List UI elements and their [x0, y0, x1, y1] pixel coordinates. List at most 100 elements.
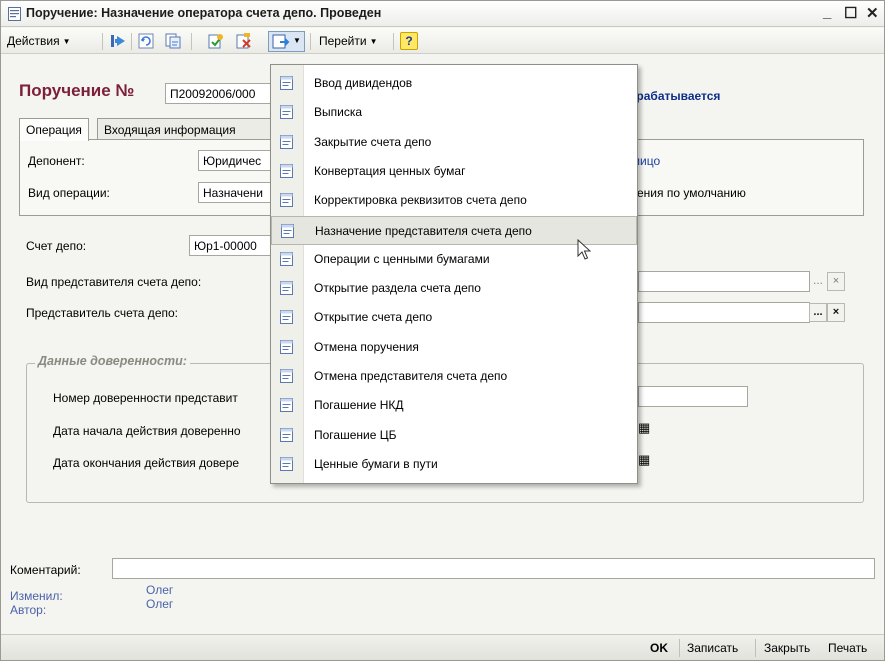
depositor-label: Депонент: — [28, 154, 85, 168]
menu-item-label: Выписка — [314, 105, 363, 120]
menu-item[interactable]: Открытие раздела счета депо — [271, 274, 637, 303]
operation-type-field[interactable]: Назначени — [198, 182, 274, 203]
document-window: Поручение: Назначение оператора счета де… — [0, 0, 885, 661]
menu-item[interactable]: Погашение ЦБ — [271, 421, 637, 450]
menu-item[interactable]: Конвертация ценных бумаг — [271, 157, 637, 186]
poa-number-field[interactable] — [638, 386, 748, 407]
window-title: Поручение: Назначение оператора счета де… — [26, 6, 382, 20]
operation-type-label: Вид операции: — [28, 186, 110, 200]
menu-item-label: Ценные бумаги в пути — [314, 456, 438, 471]
copy-document-icon[interactable] — [164, 32, 182, 50]
mouse-cursor-icon — [577, 239, 591, 260]
status-badge: брабатывается — [629, 89, 721, 103]
comment-field[interactable] — [112, 558, 875, 579]
goto-menu[interactable]: Перейти ▼ — [319, 34, 377, 48]
representative-choose-button[interactable]: ... — [809, 303, 827, 322]
document-icon — [280, 427, 293, 442]
actions-menu-label: Действия — [7, 34, 60, 48]
tab-incoming-info[interactable]: Входящая информация — [97, 118, 271, 140]
menu-item[interactable]: Выписка — [271, 98, 637, 127]
chevron-down-icon: ▼ — [293, 36, 301, 45]
comment-label: Коментарий: — [10, 563, 81, 577]
toolbar-separator — [191, 33, 192, 50]
poa-number-label: Номер доверенности представит — [53, 391, 238, 405]
menu-item-label: Назначение представителя счета депо — [315, 223, 532, 238]
document-icon — [281, 223, 294, 238]
rep-type-choose-button[interactable]: ... — [813, 273, 823, 287]
toolbar-separator — [131, 33, 132, 50]
minimize-button[interactable]: _ — [823, 4, 831, 21]
create-based-on-menu: Ввод дивидендов Выписка Закрытие счета деп… — [270, 64, 638, 484]
document-number-field[interactable]: П20092006/000 — [165, 83, 275, 104]
tab-operation[interactable]: Операция — [19, 118, 89, 141]
menu-item[interactable]: Погашение НКД — [271, 391, 637, 420]
refresh-icon[interactable] — [137, 32, 155, 50]
menu-item[interactable]: Ценные бумаги в пути — [271, 450, 637, 479]
unpost-document-icon[interactable] — [235, 32, 253, 50]
menu-item-label: Погашение НКД — [314, 398, 404, 413]
poa-start-label: Дата начала действия доверенно — [53, 424, 241, 438]
arrow-left-icon[interactable] — [109, 32, 127, 50]
representative-clear-button[interactable]: × — [827, 303, 845, 322]
rep-type-label: Вид представителя счета депо: — [26, 275, 202, 289]
document-icon — [280, 369, 293, 383]
menu-item[interactable]: Корректировка реквизитов счета депо — [271, 186, 637, 215]
menu-item[interactable]: Закрытие счета депо — [271, 128, 637, 157]
document-icon — [280, 251, 293, 266]
bottom-separator — [679, 639, 680, 657]
chevron-down-icon: ▼ — [62, 37, 71, 46]
menu-item-label: Открытие счета депо — [314, 310, 433, 325]
depositor-field[interactable]: Юридичес — [198, 150, 274, 171]
maximize-button[interactable]: ☐ — [844, 4, 857, 22]
create-based-on-button[interactable]: ▼ — [268, 31, 305, 52]
document-icon — [280, 456, 293, 471]
bottom-button-bar: OK Записать Закрыть Печать — [1, 634, 884, 660]
calendar-icon[interactable]: ▦ — [638, 420, 650, 436]
title-bar: Поручение: Назначение оператора счета де… — [1, 1, 884, 27]
ok-button[interactable]: OK — [650, 641, 668, 655]
document-icon — [8, 7, 21, 21]
menu-item-label: Ввод дивидендов — [314, 76, 413, 90]
depo-account-field[interactable]: Юр1-00000 — [189, 235, 274, 256]
rep-type-clear-button[interactable]: × — [827, 272, 845, 291]
close-button[interactable]: Закрыть — [764, 641, 810, 655]
document-icon — [280, 163, 293, 178]
close-window-button[interactable]: ✕ — [866, 4, 879, 22]
menu-item-label: Открытие раздела счета депо — [314, 281, 481, 296]
author-label: Автор: — [10, 603, 47, 617]
page-title: Поручение № — [19, 81, 135, 100]
document-icon — [280, 76, 293, 90]
print-button[interactable]: Печать — [828, 641, 867, 655]
menu-item[interactable]: Открытие счета депо — [271, 303, 637, 332]
document-icon — [280, 339, 293, 354]
post-document-icon[interactable] — [207, 32, 225, 50]
menu-item[interactable]: Отмена представителя счета депо — [271, 362, 637, 391]
goto-menu-label: Перейти — [319, 34, 367, 48]
depo-account-label: Счет депо: — [26, 239, 87, 253]
chevron-down-icon: ▼ — [369, 37, 378, 46]
toolbar-separator — [102, 33, 103, 50]
menu-item-label: Погашение ЦБ — [314, 427, 397, 442]
toolbar-separator — [393, 33, 394, 50]
menu-item-label: Корректировка реквизитов счета депо — [314, 193, 527, 208]
poa-end-label: Дата окончания действия довере — [53, 456, 240, 470]
menu-item-label: Операции с ценными бумагами — [314, 251, 490, 266]
power-of-attorney-title: Данные доверенности: — [35, 354, 190, 368]
changed-by-label: Изменил: — [10, 589, 63, 603]
document-icon — [280, 398, 293, 413]
menu-item[interactable]: Отмена поручения — [271, 333, 637, 362]
actions-menu[interactable]: Действия ▼ — [7, 34, 71, 48]
calendar-icon[interactable]: ▦ — [638, 452, 650, 468]
help-button[interactable]: ? — [400, 32, 418, 50]
menu-item-label: Закрытие счета депо — [314, 134, 432, 149]
representative-field[interactable] — [638, 302, 810, 323]
rep-type-field[interactable] — [638, 271, 810, 292]
document-icon — [280, 281, 293, 296]
save-button[interactable]: Записать — [687, 641, 738, 655]
menu-item[interactable]: Ввод дивидендов — [271, 69, 637, 98]
author-value: Олег — [146, 597, 174, 611]
menu-item-label: Отмена поручения — [314, 339, 419, 354]
menu-item-label: Конвертация ценных бумаг — [314, 163, 466, 178]
changed-by-value: Олег — [146, 583, 174, 597]
toolbar: Действия ▼ ▼ Перейти ▼ ? — [1, 28, 884, 54]
